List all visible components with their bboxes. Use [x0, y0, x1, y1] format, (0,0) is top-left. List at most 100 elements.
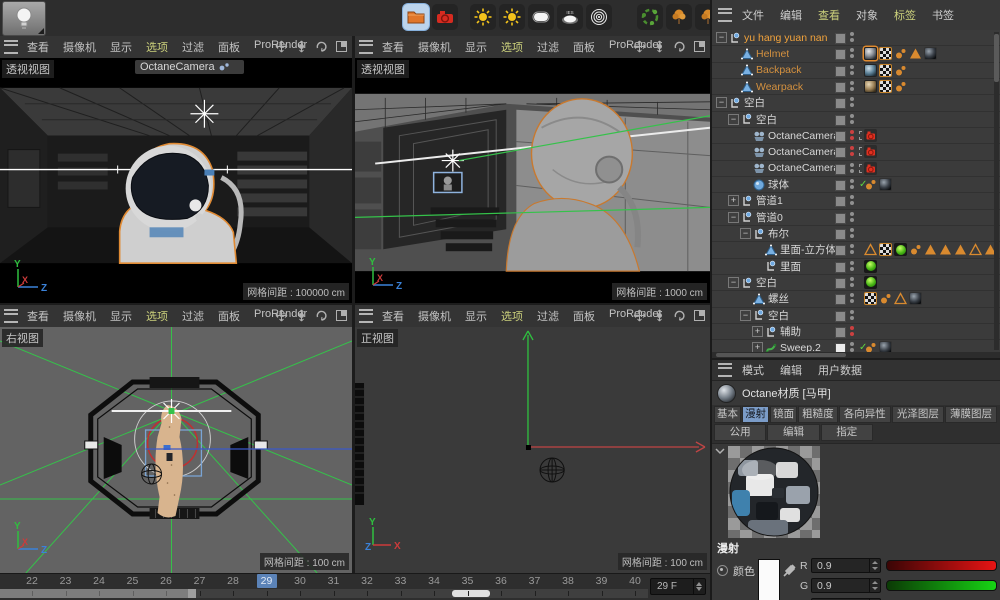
material-tab[interactable]: 光泽图层 — [891, 406, 944, 423]
pan-view-icon[interactable] — [275, 309, 288, 322]
viewport-label[interactable]: 正视图 — [357, 329, 398, 347]
vp-menu-item[interactable]: 查看 — [27, 308, 49, 324]
timeline-scroll-handle[interactable] — [452, 590, 490, 597]
frame-number[interactable]: 27 — [189, 575, 211, 587]
camera-badge[interactable]: OctaneCamera — [135, 60, 244, 74]
phong-tag[interactable] — [864, 178, 877, 191]
vp-menu-item[interactable]: 摄像机 — [63, 39, 96, 55]
current-frame-field[interactable]: 29 F — [650, 578, 706, 595]
object-row[interactable]: 螺丝 — [712, 291, 1000, 308]
layer-color-box[interactable] — [835, 310, 846, 322]
phong-tag[interactable] — [894, 80, 907, 93]
phong-tag[interactable] — [894, 47, 907, 60]
area-light-button[interactable] — [528, 4, 554, 30]
ies-light-button[interactable]: IES — [557, 4, 583, 30]
dolly-view-icon[interactable] — [295, 309, 308, 322]
timeline-preview-range[interactable] — [0, 589, 188, 598]
uv-tag[interactable] — [864, 292, 877, 306]
object-row[interactable]: − 空白 — [712, 95, 1000, 112]
material-menu-item[interactable]: 模式 — [742, 362, 764, 378]
visibility-dots[interactable] — [850, 80, 854, 93]
material-name-row[interactable]: Octane材质 [马甲] — [712, 381, 1000, 405]
material-tab[interactable]: 漫射 — [742, 406, 770, 423]
cam-tag[interactable] — [864, 128, 877, 142]
object-row[interactable]: + 辅助 — [712, 323, 1000, 341]
uv-tag[interactable] — [879, 47, 892, 61]
visibility-dots[interactable] — [850, 325, 854, 338]
frame-number[interactable]: 36 — [490, 575, 512, 587]
mat-b-tag[interactable] — [864, 63, 877, 77]
material-secondary-tab[interactable]: 编辑 — [767, 424, 820, 441]
tri-tag[interactable] — [924, 243, 937, 256]
material-secondary-tab[interactable]: 指定 — [820, 424, 873, 441]
object-label[interactable]: 空白 — [756, 275, 777, 290]
object-row[interactable]: OctaneCamera — [712, 127, 1000, 145]
vp-menu-item[interactable]: 摄像机 — [418, 39, 451, 55]
frame-number[interactable]: 29 — [256, 575, 278, 587]
object-label[interactable]: OctaneCamera — [768, 130, 839, 142]
glight-tag[interactable] — [864, 275, 877, 289]
target-light-button[interactable] — [586, 4, 612, 30]
vp-menu-item[interactable]: 面板 — [218, 39, 240, 55]
frame-number[interactable]: 40 — [624, 575, 646, 587]
layer-color-box[interactable] — [835, 245, 846, 257]
material-tab[interactable]: 基本 — [714, 406, 742, 423]
cam-tag[interactable] — [864, 161, 877, 175]
vp-menu-item[interactable]: 查看 — [382, 39, 404, 55]
object-row[interactable]: − yu hang yuan nan — [712, 30, 1000, 47]
frame-number[interactable]: 22 — [21, 575, 43, 587]
object-row[interactable]: 球体 ✓ — [712, 176, 1000, 194]
layer-color-box[interactable] — [835, 65, 846, 77]
vp-menu-item[interactable]: 摄像机 — [63, 308, 96, 324]
object-label[interactable]: 里面 — [780, 259, 801, 274]
frame-number[interactable]: 33 — [390, 575, 412, 587]
layer-color-box[interactable] — [835, 228, 846, 240]
cam-tag[interactable] — [864, 145, 877, 159]
object-row[interactable]: − 空白 — [712, 274, 1000, 292]
layer-color-box[interactable] — [835, 114, 846, 126]
uv-tag[interactable] — [879, 63, 892, 77]
sphere-dark-tag[interactable] — [879, 341, 892, 352]
menu-icon[interactable] — [718, 363, 732, 377]
maximize-view-icon[interactable] — [693, 40, 706, 53]
object-label[interactable]: Backpack — [756, 64, 802, 76]
channel-gradient-bar[interactable] — [886, 560, 997, 571]
object-row[interactable]: − 空白 — [712, 111, 1000, 128]
object-label[interactable]: 里面-立方体 — [780, 242, 836, 257]
frame-number[interactable]: 23 — [55, 575, 77, 587]
visibility-dots[interactable] — [850, 64, 854, 77]
object-label[interactable]: 球体 — [768, 177, 789, 192]
layer-color-box[interactable] — [835, 277, 846, 289]
rotate-view-icon[interactable] — [315, 40, 328, 53]
om-menu-item[interactable]: 对象 — [856, 7, 878, 23]
tri-o-tag[interactable] — [864, 243, 877, 256]
object-row[interactable]: Helmet — [712, 46, 1000, 63]
viewport-label[interactable]: 透视视图 — [2, 60, 54, 78]
vp-menu-item[interactable]: 过滤 — [537, 308, 559, 324]
sphere-dark-tag[interactable] — [879, 177, 892, 191]
eyedropper-icon[interactable] — [782, 562, 798, 578]
frame-spinner[interactable] — [693, 579, 705, 594]
dolly-view-icon[interactable] — [295, 40, 308, 53]
frame-number[interactable]: 30 — [289, 575, 311, 587]
glight-tag[interactable] — [894, 243, 907, 257]
vp-menu-item[interactable]: 查看 — [27, 39, 49, 55]
sphere-dark-tag[interactable] — [909, 292, 922, 306]
layer-color-box[interactable] — [835, 130, 846, 142]
object-label[interactable]: 管道1 — [756, 193, 783, 208]
maximize-view-icon[interactable] — [335, 40, 348, 53]
channel-spinner[interactable] — [869, 579, 880, 592]
uv-tag[interactable] — [879, 79, 892, 93]
material-secondary-tab[interactable]: 公用 — [714, 424, 767, 441]
visibility-dots[interactable] — [850, 244, 854, 256]
phong-tag[interactable] — [894, 64, 907, 77]
object-row[interactable]: Backpack — [712, 62, 1000, 79]
vp-menu-item[interactable]: 选项 — [146, 39, 168, 55]
frame-number[interactable]: 34 — [423, 575, 445, 587]
pan-view-icon[interactable] — [633, 40, 646, 53]
collapse-icon[interactable]: − — [728, 113, 739, 125]
layer-color-box[interactable] — [835, 33, 846, 44]
sun-light-2-button[interactable] — [499, 4, 525, 30]
layer-color-box[interactable] — [835, 261, 846, 273]
visibility-dots[interactable] — [850, 97, 854, 109]
